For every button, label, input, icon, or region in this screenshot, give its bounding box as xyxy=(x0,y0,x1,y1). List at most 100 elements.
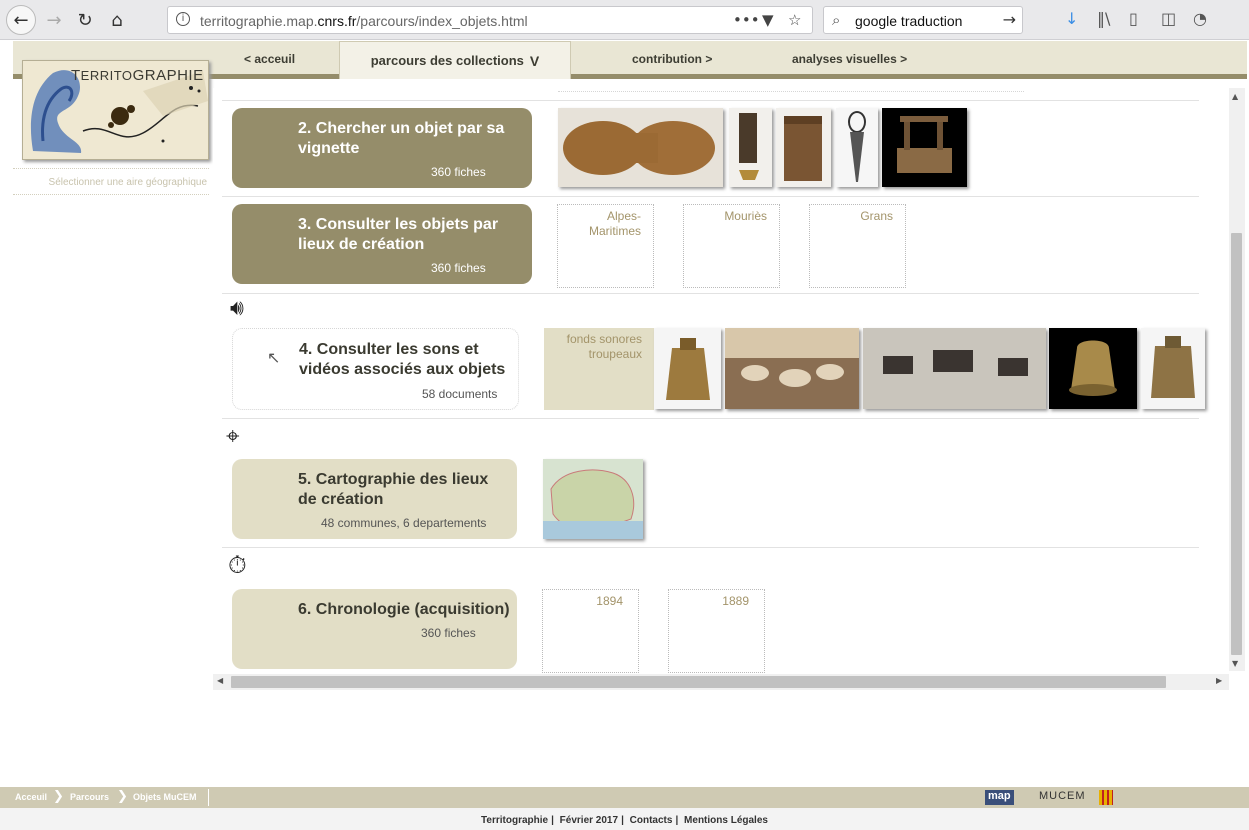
section-chronology[interactable]: 6. Chronologie (acquisition) 360 fiches xyxy=(232,589,517,669)
address-bar[interactable]: i territographie.map.cnrs.fr/parcours/in… xyxy=(167,6,813,34)
bookmark-star-icon[interactable]: ☆ xyxy=(788,11,801,29)
nav-analyses-link[interactable]: analyses visuelles > xyxy=(792,52,907,66)
vertical-scrollbar[interactable]: ▲ ▼ xyxy=(1229,88,1245,671)
region-flag-icon[interactable] xyxy=(1099,790,1113,805)
section-count: 360 fiches xyxy=(431,165,486,179)
sound-thumbnail[interactable] xyxy=(725,328,859,409)
logo-title: TERRITOGRAPHIE xyxy=(71,67,204,84)
search-input[interactable]: google traduction xyxy=(855,13,962,29)
scroll-right-icon[interactable]: ▶ xyxy=(1216,676,1222,685)
sidebar-icon[interactable]: ◫ xyxy=(1161,9,1176,28)
object-thumbnail[interactable] xyxy=(836,108,878,187)
divider xyxy=(222,293,1199,294)
section-title: 5. Cartographie des lieux de création xyxy=(298,471,489,508)
section-thumbnail-search[interactable]: 2. Chercher un objet par sa vignette 360… xyxy=(232,108,532,188)
year-card[interactable]: 1889 xyxy=(668,589,765,673)
map-thumbnail[interactable] xyxy=(543,459,643,539)
horizontal-scrollbar[interactable]: ◀ ▶ xyxy=(213,674,1229,690)
divider xyxy=(222,100,1199,101)
chevron-down-icon: V xyxy=(529,52,540,69)
map-preview-icon xyxy=(543,459,643,539)
back-arrow-icon[interactable]: ← xyxy=(6,5,36,35)
site-footer: Territographie | Février 2017 | Contacts | … xyxy=(0,808,1249,830)
footer-contacts-link[interactable]: Contacts xyxy=(630,815,673,826)
divider xyxy=(222,418,1199,419)
collections-list: 2. Chercher un objet par sa vignette 360… xyxy=(213,88,1245,674)
section-title: 3. Consulter les objets par lieux de cré… xyxy=(298,216,499,253)
section-count: 360 fiches xyxy=(421,626,476,640)
nav-collections-tab[interactable]: parcours des collections V xyxy=(339,41,571,79)
place-card[interactable]: Grans xyxy=(809,204,906,288)
section-count: 58 documents xyxy=(422,387,498,401)
footer-site-link[interactable]: Territographie xyxy=(481,815,548,826)
sound-thumbnail[interactable] xyxy=(1049,328,1137,409)
section-title: 2. Chercher un objet par sa vignette xyxy=(298,120,505,157)
sound-thumbnail[interactable] xyxy=(1141,328,1205,409)
crosshair-icon: ⌖ xyxy=(226,422,240,450)
nav-contribution-link[interactable]: contribution > xyxy=(632,52,712,66)
section-count: 360 fiches xyxy=(431,261,486,275)
web-page: < acceuil parcours des collections V con… xyxy=(0,41,1249,830)
info-icon[interactable]: i xyxy=(176,12,190,26)
reader-icon[interactable]: ▯ xyxy=(1129,9,1138,28)
footer-legal-link[interactable]: Mentions Légales xyxy=(684,815,768,826)
divider xyxy=(208,789,209,806)
section-title: 4. Consulter les sons et vidéos associés… xyxy=(299,341,506,378)
chevron-right-icon: ❯ xyxy=(117,789,128,804)
object-thumbnail[interactable] xyxy=(882,108,967,187)
object-thumbnail[interactable] xyxy=(558,108,723,187)
browser-toolbar: ← → ↻ ⌂ i territographie.map.cnrs.fr/par… xyxy=(0,0,1249,40)
sound-fonds-card[interactable]: fonds sonores troupeaux xyxy=(544,328,654,410)
scroll-up-icon[interactable]: ▲ xyxy=(1232,92,1238,101)
year-card[interactable]: 1894 xyxy=(542,589,639,673)
shears-icon xyxy=(848,111,866,182)
map-partner-logo[interactable]: map xyxy=(985,790,1014,805)
mouse-cursor-icon: ↖ xyxy=(267,348,281,367)
search-bar[interactable]: ⌕ google traduction → xyxy=(823,6,1023,34)
breadcrumb-home[interactable]: Acceuil xyxy=(15,792,47,802)
home-icon[interactable]: ⌂ xyxy=(103,6,131,34)
scrollbar-thumb[interactable] xyxy=(1231,233,1242,655)
scroll-down-icon[interactable]: ▼ xyxy=(1232,659,1238,668)
breadcrumb: Acceuil ❯ Parcours ❯ Objets MuCEM map MU… xyxy=(0,787,1249,808)
cowbell-icon xyxy=(666,338,710,400)
library-icon[interactable]: ‖\ xyxy=(1097,9,1110,28)
divider xyxy=(222,196,1199,197)
search-go-icon[interactable]: → xyxy=(1003,10,1016,29)
divider xyxy=(222,547,1199,548)
site-logo[interactable]: TERRITOGRAPHIE xyxy=(22,60,209,160)
extension-icon[interactable]: ◔ xyxy=(1193,9,1207,28)
sound-thumbnail[interactable] xyxy=(654,328,721,409)
downloads-icon[interactable]: ↓ xyxy=(1065,9,1078,28)
place-card[interactable]: Alpes-Maritimes xyxy=(557,204,654,288)
sheep-herd-photo-icon xyxy=(725,328,859,409)
wooden-object-icon xyxy=(563,121,715,175)
pocket-icon[interactable]: ▼ xyxy=(762,11,774,29)
collar-bell-icon xyxy=(739,113,759,180)
wooden-box-icon xyxy=(784,116,822,181)
scroll-left-icon[interactable]: ◀ xyxy=(217,676,223,685)
section-map[interactable]: 5. Cartographie des lieux de création 48… xyxy=(232,459,517,539)
stopwatch-icon: ⏱︎ xyxy=(228,551,247,579)
section-sounds-videos[interactable]: 4. Consulter les sons et vidéos associés… xyxy=(232,328,519,410)
scrollbar-thumb[interactable] xyxy=(231,676,1166,688)
nav-home-link[interactable]: < acceuil xyxy=(244,52,295,66)
sound-thumbnail[interactable] xyxy=(863,328,1046,409)
object-thumbnail[interactable] xyxy=(776,108,831,187)
mucem-partner-logo[interactable]: MUCEM xyxy=(1039,790,1086,802)
breadcrumb-current[interactable]: Objets MuCEM xyxy=(133,792,197,802)
place-card[interactable]: Mouriès xyxy=(683,204,780,288)
section-count: 48 communes, 6 departements xyxy=(321,516,487,530)
object-thumbnail[interactable] xyxy=(729,108,772,187)
reload-icon[interactable]: ↻ xyxy=(71,6,99,34)
footer-separator: | xyxy=(551,815,554,826)
more-actions-icon[interactable]: ••• xyxy=(733,11,760,29)
breadcrumb-parcours[interactable]: Parcours xyxy=(70,792,109,802)
section-title: 6. Chronologie (acquisition) xyxy=(298,601,510,618)
footer-date: Février 2017 xyxy=(559,815,619,826)
geo-area-select[interactable]: Sélectionner une aire géographique xyxy=(13,168,209,195)
forward-arrow-icon[interactable]: → xyxy=(40,6,68,34)
speaker-icon: 🔊︎ xyxy=(230,296,244,321)
section-places[interactable]: 3. Consulter les objets par lieux de cré… xyxy=(232,204,532,284)
url-text[interactable]: territographie.map.cnrs.fr/parcours/inde… xyxy=(200,13,528,29)
